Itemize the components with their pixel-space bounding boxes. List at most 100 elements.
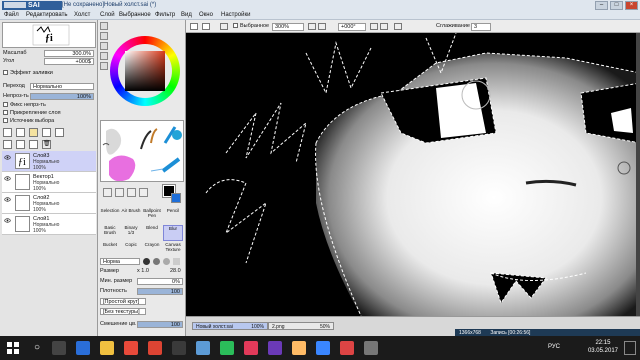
layer-row[interactable]: Слой1 Нормально 100%: [2, 214, 96, 235]
app-icon-6[interactable]: [316, 341, 330, 355]
document-tab-active[interactable]: Новый холст.sai 100%: [192, 322, 268, 330]
app-icon-3[interactable]: [244, 341, 258, 355]
hand-tool-icon[interactable]: [139, 188, 148, 197]
brush-mode-select[interactable]: Норма: [100, 258, 140, 265]
rgb-slider-mode-icon[interactable]: [100, 32, 108, 40]
app-icon-2[interactable]: [220, 341, 234, 355]
layer-row[interactable]: Вектор1 Нормально 100%: [2, 172, 96, 193]
layer-row[interactable]: ƒi Слой3 Нормально 100%: [2, 151, 96, 172]
blend-mode-select[interactable]: Нормально: [30, 83, 94, 90]
layer-row[interactable]: Слой2 Нормально 100%: [2, 193, 96, 214]
delete-layer-icon[interactable]: 🗑: [42, 140, 51, 149]
canvas-zoom-field[interactable]: 300%: [272, 23, 304, 31]
rotate-right-icon[interactable]: [380, 23, 388, 30]
menu-selection[interactable]: Выбранное: [119, 11, 151, 19]
move-tool-icon[interactable]: [103, 188, 112, 197]
scratchpad-mode-icon[interactable]: [100, 62, 108, 70]
tool-copic[interactable]: Copic: [121, 242, 141, 258]
zoom-out-icon[interactable]: [308, 23, 316, 30]
hsv-slider-mode-icon[interactable]: [100, 42, 108, 50]
minimize-icon[interactable]: –: [595, 1, 608, 10]
drawing-canvas[interactable]: [186, 33, 640, 316]
zoom-tool-icon[interactable]: [115, 188, 124, 197]
language-indicator[interactable]: РУС: [548, 344, 560, 350]
clock[interactable]: 22:15 03.05.2017: [588, 339, 618, 355]
background-color-swatch[interactable]: [171, 193, 181, 203]
square-brush-icon[interactable]: [173, 258, 180, 265]
eye-icon[interactable]: [4, 196, 11, 203]
menu-edit[interactable]: Редактировать: [26, 11, 67, 19]
new-layer-icon[interactable]: [3, 128, 12, 137]
swatches-mode-icon[interactable]: [100, 52, 108, 60]
new-folder-icon[interactable]: [29, 128, 38, 137]
browser-icon[interactable]: [76, 341, 90, 355]
size-multiplier[interactable]: x 1.0: [137, 268, 149, 275]
mask-icon[interactable]: [29, 140, 38, 149]
eye-icon[interactable]: [4, 175, 11, 182]
flip-icon[interactable]: [394, 23, 402, 30]
rotate-left-icon[interactable]: [370, 23, 378, 30]
windows-start-icon[interactable]: [6, 341, 20, 355]
notifications-icon[interactable]: [624, 341, 636, 355]
color-wheel-mode-icon[interactable]: [100, 22, 108, 30]
deselect-icon[interactable]: [190, 23, 198, 30]
tool-basic-brush[interactable]: Basic Brush: [100, 225, 120, 241]
flat-brush-icon[interactable]: [163, 258, 170, 265]
tool-binary[interactable]: Binary 1/3: [121, 225, 141, 241]
color-sv-square[interactable]: [125, 51, 165, 91]
size-value[interactable]: 28.0: [170, 268, 181, 275]
soft-brush-icon[interactable]: [153, 258, 160, 265]
round-brush-icon[interactable]: [143, 258, 150, 265]
menu-view[interactable]: Вид: [181, 11, 192, 19]
yandex-icon[interactable]: [148, 341, 162, 355]
maximize-icon[interactable]: □: [610, 1, 623, 10]
store-icon[interactable]: [124, 341, 138, 355]
tool-pencil[interactable]: Pencil: [163, 208, 183, 224]
scratchpad[interactable]: [100, 120, 184, 182]
menu-file[interactable]: Файл: [4, 11, 19, 19]
navigator-preview[interactable]: ƒi: [2, 22, 96, 48]
document-tab[interactable]: 2.png 50%: [268, 322, 334, 330]
min-size-slider[interactable]: 0%: [137, 278, 183, 285]
close-icon[interactable]: ×: [625, 1, 638, 10]
tool-selection[interactable]: Selection: [100, 208, 120, 224]
tool-ballpoint-pen[interactable]: Ballpoint Pen: [142, 208, 162, 224]
brush-shape-select[interactable]: [Простой круг]: [100, 298, 146, 305]
rotate-tool-icon[interactable]: [127, 188, 136, 197]
option-lock-opacity[interactable]: Фикс непрз-ть: [3, 102, 46, 109]
merge-visible-icon[interactable]: [16, 140, 25, 149]
density-slider[interactable]: 100: [137, 288, 183, 295]
opacity-slider[interactable]: 100%: [30, 93, 94, 100]
tool-airbrush[interactable]: Air Brush: [121, 208, 141, 224]
app-icon-7[interactable]: [340, 341, 354, 355]
search-icon[interactable]: ○: [30, 341, 44, 355]
show-selection-toggle[interactable]: Выбранное: [233, 23, 269, 30]
tool-crayon[interactable]: Crayon: [142, 242, 162, 258]
option-clip-layer[interactable]: Прикрепление слоя: [3, 110, 61, 117]
tool-bucket[interactable]: Bucket: [100, 242, 120, 258]
clear-layer-icon[interactable]: [55, 128, 64, 137]
file-explorer-icon[interactable]: [100, 341, 114, 355]
angle-field[interactable]: +000$: [44, 58, 94, 65]
app-icon-8[interactable]: [364, 341, 378, 355]
menu-canvas[interactable]: Холст: [74, 11, 90, 19]
merge-down-icon[interactable]: [3, 140, 12, 149]
menu-filter[interactable]: Фильтр: [155, 11, 175, 19]
option-selection-source[interactable]: Источник выбора: [3, 118, 54, 125]
eye-icon[interactable]: [4, 217, 11, 224]
app-icon-5[interactable]: [292, 341, 306, 355]
undo-icon[interactable]: [220, 23, 228, 30]
fill-effect-toggle[interactable]: Эффект заливки: [3, 70, 53, 77]
tool-blend[interactable]: Blend: [142, 225, 162, 241]
smoothing-field[interactable]: 3: [471, 23, 491, 31]
app-icon[interactable]: [172, 341, 186, 355]
eye-icon[interactable]: [4, 154, 11, 161]
color-wheel[interactable]: [110, 36, 180, 106]
color-blend-slider[interactable]: 100: [137, 321, 183, 328]
menu-settings[interactable]: Настройки: [221, 11, 250, 19]
brush-texture-select[interactable]: [Без текстуры]: [100, 308, 146, 315]
sai-taskbar-icon[interactable]: [196, 341, 210, 355]
zoom-in-icon[interactable]: [318, 23, 326, 30]
new-vector-layer-icon[interactable]: [16, 128, 25, 137]
tool-blur[interactable]: Blur: [163, 225, 183, 241]
